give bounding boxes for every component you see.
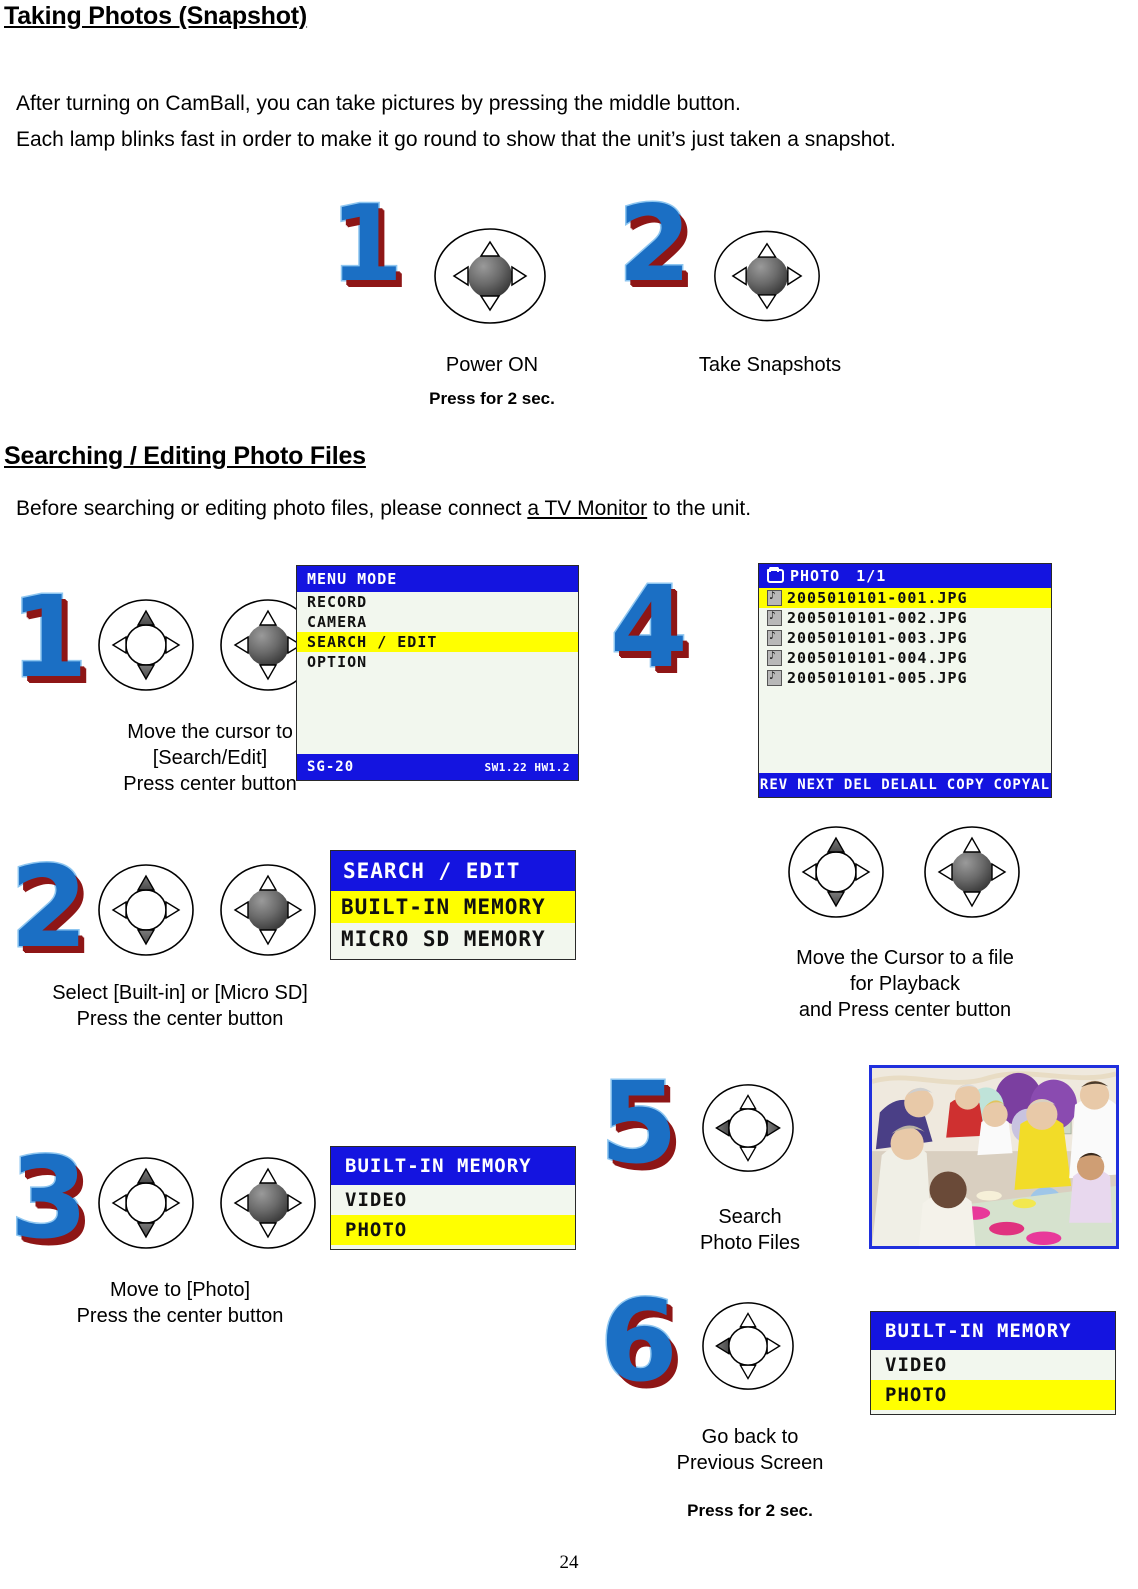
file-icon	[767, 629, 782, 646]
page-title-searching-editing: Searching / Editing Photo Files	[4, 442, 366, 470]
lcd-built-in-row-photo-step6[interactable]: PHOTO	[871, 1380, 1115, 1410]
step-caption-4-line-2: for Playback	[849, 973, 961, 995]
dpad-press-center-step2[interactable]	[218, 862, 318, 958]
lcd-action-copy[interactable]: COPY	[947, 777, 985, 793]
lcd-built-in-row-video-step3[interactable]: VIDEO	[331, 1185, 575, 1215]
lcd-screen-menu-mode: MENU MODE RECORD CAMERA SEARCH / EDIT OP…	[296, 565, 579, 781]
lcd-built-in-row-video-step6[interactable]: VIDEO	[871, 1350, 1115, 1380]
lcd-screen-built-in-memory-step3: BUILT-IN MEMORY VIDEO PHOTO	[330, 1146, 576, 1250]
lcd-photo-list-row-5[interactable]: 2005010101-005.JPG	[759, 668, 1051, 688]
lcd-menu-mode-version: SW1.22 HW1.2	[484, 760, 570, 774]
lcd-screen-photo-list: PHOTO 1/1 2005010101-001.JPG 2005010101-…	[758, 563, 1052, 798]
lcd-action-prev[interactable]: PREV	[759, 777, 788, 793]
step-numeral-2-search: 2	[9, 843, 90, 973]
dpad-press-center-snapshot-2[interactable]	[712, 226, 822, 326]
file-icon	[767, 609, 782, 626]
lcd-photo-list-row-3[interactable]: 2005010101-003.JPG	[759, 628, 1051, 648]
lcd-screen-built-in-memory-step6: BUILT-IN MEMORY VIDEO PHOTO	[870, 1311, 1116, 1415]
lcd-menu-mode-row-camera[interactable]: CAMERA	[297, 612, 578, 632]
dpad-navigate-vertical-step1[interactable]	[96, 597, 196, 693]
step-caption-5-line-2: Photo Files	[699, 1232, 801, 1254]
intro-text-underlined: a TV Monitor	[527, 497, 648, 520]
step-caption-5-line-1: Search	[718, 1206, 782, 1228]
step-caption-4-search: Move the Cursor to a file for Playback a…	[735, 945, 1075, 1023]
intro-text-before: Before searching or editing photo files,…	[16, 497, 528, 520]
step-numeral-1-search: 1	[9, 573, 90, 703]
step-note-6-search: Press for 2 sec.	[687, 1501, 813, 1520]
lcd-photo-list-page-indicator: 1/1	[856, 567, 887, 585]
lcd-photo-list-row-1[interactable]: 2005010101-001.JPG	[759, 588, 1051, 608]
step-caption-4-line-1: Move the Cursor to a file	[796, 947, 1014, 969]
lcd-photo-list-filename-2: 2005010101-002.JPG	[787, 609, 968, 627]
lcd-search-edit-row-built-in[interactable]: BUILT-IN MEMORY	[331, 891, 575, 923]
page-number: 24	[559, 1552, 579, 1573]
step-numeral-2-snapshot: 2	[616, 183, 692, 305]
lcd-photo-list-filename-5: 2005010101-005.JPG	[787, 669, 968, 687]
step-numeral-3-search: 3	[9, 1134, 90, 1264]
lcd-built-in-title-step3: BUILT-IN MEMORY	[331, 1147, 575, 1185]
dpad-press-center-snapshot-1[interactable]	[432, 226, 548, 326]
step-caption-3-line-2: Press the center button	[76, 1305, 284, 1327]
lcd-screen-search-edit: SEARCH / EDIT BUILT-IN MEMORY MICRO SD M…	[330, 850, 576, 960]
dpad-navigate-left-step6[interactable]	[700, 1300, 796, 1392]
file-icon	[767, 669, 782, 686]
file-icon	[767, 589, 782, 606]
step-numeral-5-search: 5	[599, 1059, 680, 1189]
step-caption-6-line-1: Go back to	[701, 1426, 799, 1448]
lcd-built-in-title-step6: BUILT-IN MEMORY	[871, 1312, 1115, 1350]
lcd-menu-mode-row-option[interactable]: OPTION	[297, 652, 578, 672]
step-caption-4-line-3: and Press center button	[798, 999, 1012, 1021]
lcd-photo-list-row-4[interactable]: 2005010101-004.JPG	[759, 648, 1051, 668]
dpad-navigate-vertical-step3[interactable]	[96, 1155, 196, 1251]
step-caption-3-search: Move to [Photo] Press the center button	[20, 1277, 340, 1329]
lcd-photo-list-row-2[interactable]: 2005010101-002.JPG	[759, 608, 1051, 628]
intro-text-after: to the unit.	[647, 497, 752, 520]
step-caption-6-search: Go back to Previous Screen	[655, 1424, 845, 1476]
dpad-press-center-step4[interactable]	[922, 824, 1022, 920]
step-caption-5-search: Search Photo Files	[660, 1204, 840, 1256]
lcd-photo-list-action-bar: PREV NEXT DEL DELALL COPY COPYALL	[759, 773, 1051, 797]
step-numeral-1-snapshot: 1	[328, 183, 404, 305]
photo-playback-thumbnail	[869, 1065, 1119, 1249]
lcd-action-del[interactable]: DEL	[844, 777, 872, 793]
lcd-photo-list-filename-1: 2005010101-001.JPG	[787, 589, 968, 607]
dpad-navigate-horizontal-step5[interactable]	[700, 1082, 796, 1174]
lcd-menu-mode-row-search-edit[interactable]: SEARCH / EDIT	[297, 632, 578, 652]
step-numeral-6-search: 6	[599, 1277, 680, 1407]
intro-line-search: Before searching or editing photo files,…	[16, 497, 751, 521]
step-caption-2-line-1: Select [Built-in] or [Micro SD]	[52, 982, 308, 1004]
lcd-built-in-row-photo-step3[interactable]: PHOTO	[331, 1215, 575, 1245]
step-numeral-4-search: 4	[609, 563, 690, 693]
intro-line-1: After turning on CamBall, you can take p…	[16, 92, 741, 115]
lcd-menu-mode-title: MENU MODE	[297, 566, 578, 592]
lcd-photo-list-title-bar: PHOTO 1/1	[759, 564, 1051, 588]
lcd-photo-list-title: PHOTO	[790, 567, 841, 585]
lcd-action-copyall[interactable]: COPYALL	[994, 777, 1051, 793]
lcd-action-delall[interactable]: DELALL	[881, 777, 938, 793]
file-icon	[767, 649, 782, 666]
step-caption-2-snapshot: Take Snapshots	[698, 354, 842, 376]
intro-line-2: Each lamp blinks fast in order to make i…	[16, 128, 896, 151]
step-caption-2-search: Select [Built-in] or [Micro SD] Press th…	[20, 980, 340, 1032]
dpad-navigate-vertical-step2[interactable]	[96, 862, 196, 958]
lcd-search-edit-title: SEARCH / EDIT	[331, 851, 575, 891]
step-caption-3-line-1: Move to [Photo]	[109, 1279, 251, 1301]
page-title-taking-photos: Taking Photos (Snapshot)	[4, 2, 308, 30]
lcd-search-edit-row-micro-sd[interactable]: MICRO SD MEMORY	[331, 923, 575, 955]
lcd-menu-mode-footer: SG-20 SW1.22 HW1.2	[297, 754, 578, 780]
step-note-1-snapshot: Press for 2 sec.	[429, 389, 555, 408]
lcd-photo-list-filename-3: 2005010101-003.JPG	[787, 629, 968, 647]
step-caption-6-line-2: Previous Screen	[676, 1452, 824, 1474]
lcd-action-next[interactable]: NEXT	[797, 777, 835, 793]
step-caption-1-snapshot: Power ON	[445, 354, 539, 376]
lcd-photo-list-filename-4: 2005010101-004.JPG	[787, 649, 968, 667]
dpad-navigate-vertical-step4[interactable]	[786, 824, 886, 920]
dpad-press-center-step3[interactable]	[218, 1155, 318, 1251]
lcd-menu-mode-model: SG-20	[307, 759, 355, 775]
step-caption-2-line-2: Press the center button	[76, 1008, 284, 1030]
folder-icon	[767, 567, 784, 583]
lcd-menu-mode-row-record[interactable]: RECORD	[297, 592, 578, 612]
